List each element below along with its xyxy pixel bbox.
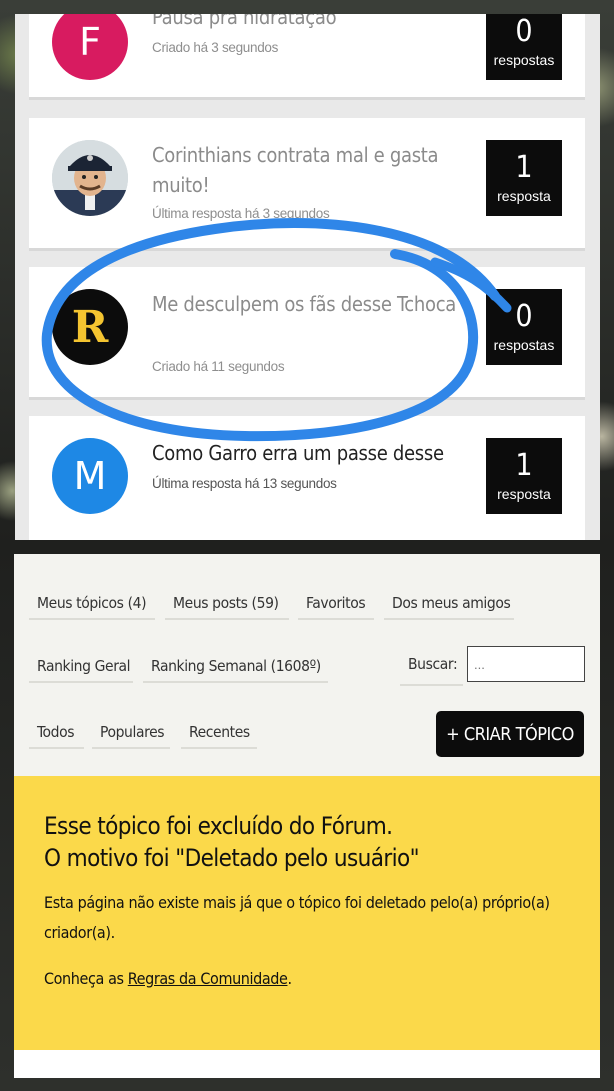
- topic-title[interactable]: Me desculpem os fãs desse Tchoca: [152, 289, 482, 319]
- nav-favorites[interactable]: Favoritos: [298, 588, 374, 620]
- reply-count-label: respostas: [493, 52, 555, 68]
- topic-meta: Última resposta há 3 segundos: [152, 206, 330, 221]
- topic-card[interactable]: M Como Garro erra um passe desse Última …: [29, 416, 585, 540]
- notice-rules-line: Conheça as Regras da Comunidade.: [44, 964, 570, 994]
- deleted-topic-notice: Esse tópico foi excluído do Fórum. O mot…: [14, 776, 600, 1050]
- avatar-letter: M: [73, 454, 107, 498]
- rules-suffix: .: [287, 969, 292, 988]
- avatar: M: [52, 438, 128, 514]
- filter-popular-tab[interactable]: Populares: [92, 717, 170, 749]
- topic-list-screenshot: F Pausa pra hidratação Criado há 3 segun…: [15, 14, 600, 540]
- reply-count-badge: 0 respostas: [486, 289, 562, 365]
- topic-meta: Última resposta há 13 segundos: [152, 476, 337, 491]
- avatar: R: [52, 289, 128, 365]
- search-input[interactable]: [467, 646, 585, 682]
- reply-count: 0: [515, 299, 533, 334]
- nav-my-topics[interactable]: Meus tópicos (4): [29, 588, 155, 620]
- create-topic-button[interactable]: + CRIAR TÓPICO: [436, 711, 584, 757]
- topic-meta: Criado há 3 segundos: [152, 40, 279, 55]
- notice-title-line1: Esse tópico foi excluído do Fórum.: [44, 812, 393, 840]
- page-footer-strip: [14, 1050, 600, 1078]
- nav-friends[interactable]: Dos meus amigos: [384, 588, 514, 620]
- reply-count-badge: 1 resposta: [486, 140, 562, 216]
- nav-ranking-weekly[interactable]: Ranking Semanal (1608º): [143, 651, 328, 683]
- topic-title[interactable]: Como Garro erra um passe desse: [152, 438, 482, 468]
- avatar-letter: R: [71, 301, 109, 353]
- reply-count-badge: 0 respostas: [486, 14, 562, 80]
- search-label: Buscar:: [400, 650, 464, 686]
- reply-count-label: resposta: [497, 188, 551, 204]
- forum-page-screenshot: Meus tópicos (4) Meus posts (59) Favorit…: [14, 554, 600, 1078]
- topic-card[interactable]: F Pausa pra hidratação Criado há 3 segun…: [29, 14, 585, 100]
- community-rules-link[interactable]: Regras da Comunidade: [128, 969, 288, 988]
- nav-my-posts[interactable]: Meus posts (59): [165, 588, 289, 620]
- reply-count: 0: [515, 14, 533, 49]
- notice-description: Esta página não existe mais já que o tóp…: [44, 893, 550, 942]
- notice-title-line2: O motivo foi "Deletado pelo usuário": [44, 844, 420, 872]
- reply-count-label: resposta: [497, 486, 551, 502]
- cartoon-character-avatar-icon: [52, 140, 128, 216]
- reply-count: 1: [515, 150, 533, 185]
- topic-meta: Criado há 11 segundos: [152, 359, 285, 374]
- topic-title[interactable]: Pausa pra hidratação: [152, 14, 482, 32]
- notice-title: Esse tópico foi excluído do Fórum. O mot…: [44, 810, 570, 874]
- avatar: F: [52, 14, 128, 80]
- topic-card[interactable]: Corinthians contrata mal e gasta muito! …: [29, 118, 585, 251]
- nav-ranking-general[interactable]: Ranking Geral: [29, 651, 133, 683]
- topic-title[interactable]: Corinthians contrata mal e gasta muito!: [152, 140, 482, 200]
- reply-count-badge: 1 resposta: [486, 438, 562, 514]
- filter-recent-tab[interactable]: Recentes: [181, 717, 257, 749]
- rules-prefix: Conheça as: [44, 969, 128, 988]
- filter-all-tab[interactable]: Todos: [29, 717, 84, 749]
- reply-count: 1: [515, 448, 533, 483]
- reply-count-label: respostas: [493, 337, 555, 353]
- avatar-letter: F: [79, 20, 101, 64]
- topic-card[interactable]: R Me desculpem os fãs desse Tchoca Criad…: [29, 267, 585, 400]
